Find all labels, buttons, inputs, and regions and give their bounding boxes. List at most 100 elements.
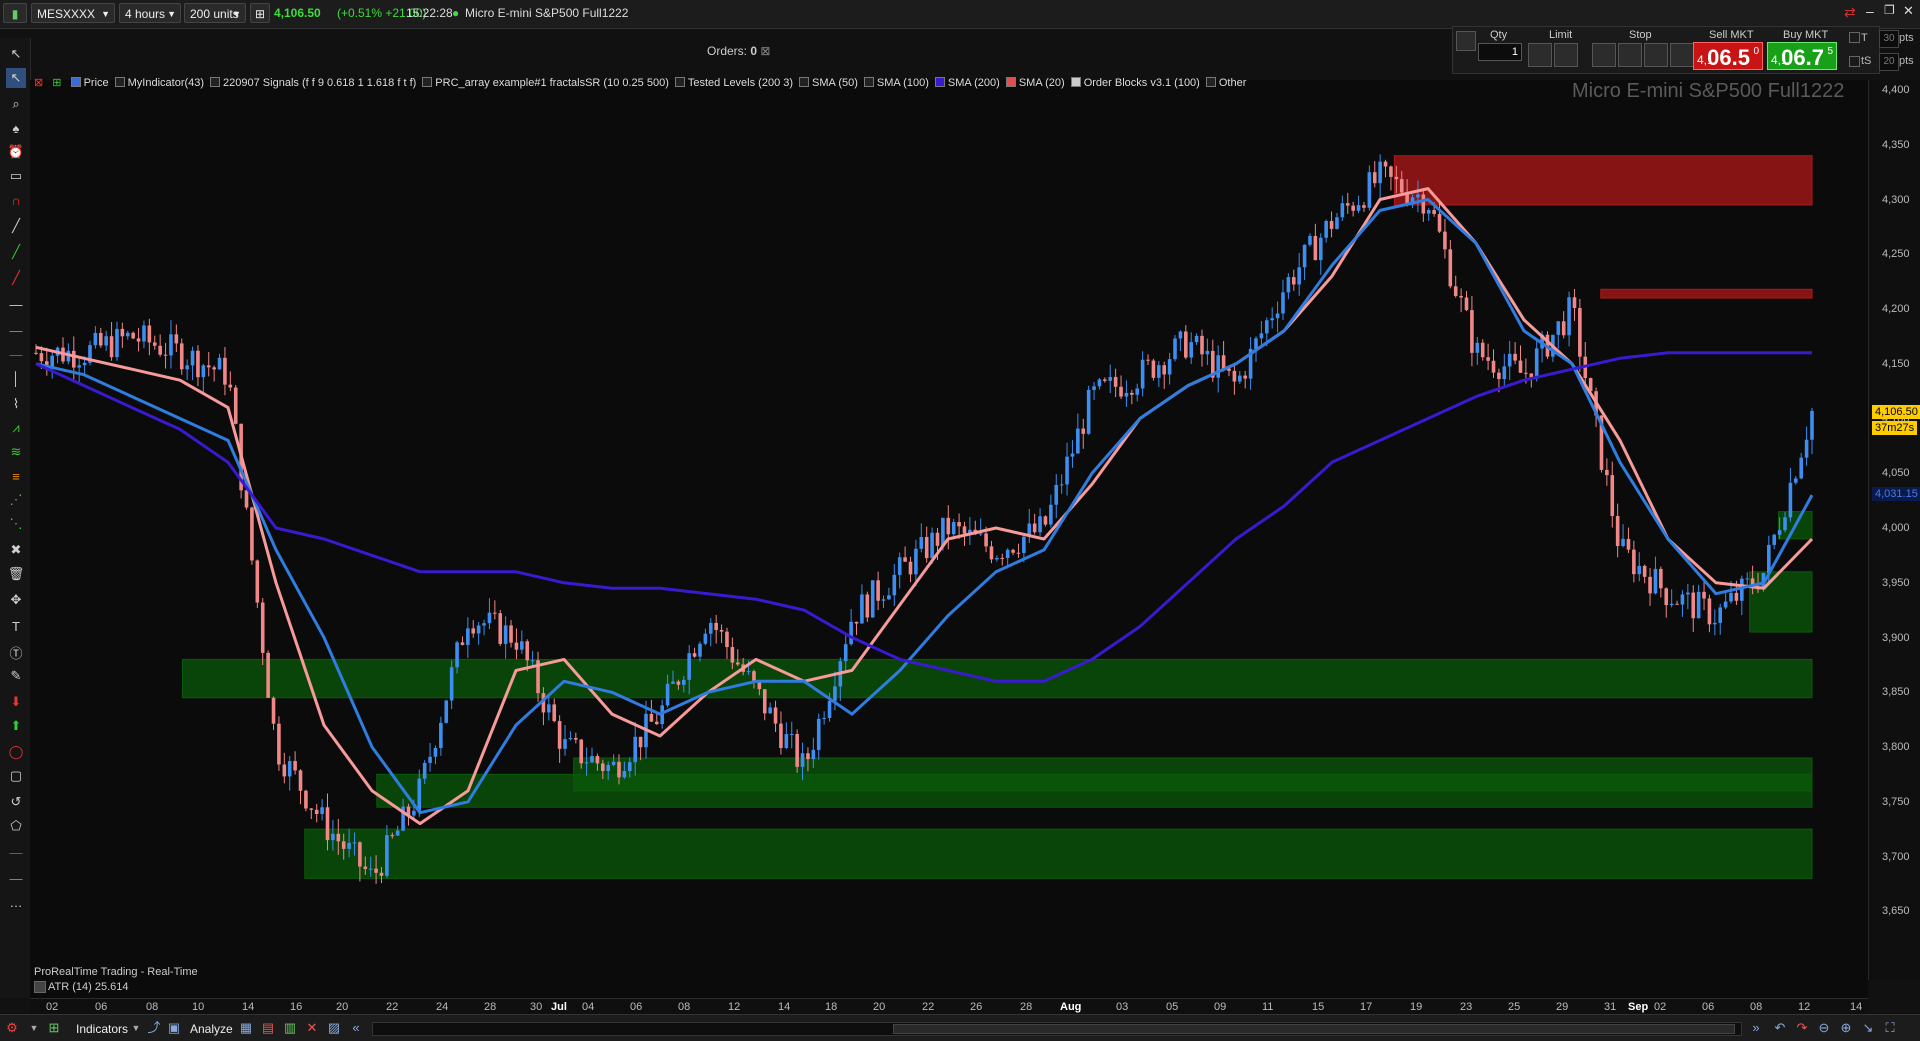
down-arrow-icon[interactable]: ⬇ (6, 692, 26, 712)
legend-item[interactable]: Tested Levels (200 3) (674, 77, 793, 89)
limit-sell-button[interactable] (1554, 43, 1578, 67)
trailing-t-checkbox[interactable] (1849, 32, 1860, 43)
red-horizontal-icon[interactable]: — (6, 344, 26, 364)
red-line-icon[interactable]: ╱ (6, 268, 26, 288)
indicators-icon[interactable]: ⊞ (46, 1020, 62, 1036)
fit-icon[interactable]: ⛶ (1882, 1020, 1898, 1036)
candle (1049, 504, 1053, 525)
zoom-in-icon[interactable]: ⊕ (1838, 1020, 1854, 1036)
polygon-icon[interactable]: ⬠ (6, 816, 26, 836)
cancel-orders-button[interactable] (1670, 43, 1694, 67)
green-horizontal-icon[interactable]: — (6, 320, 26, 340)
orders-toggle-icon[interactable]: ⊠ (760, 44, 770, 58)
tools-icon[interactable]: ✖ (6, 540, 26, 560)
time-axis[interactable] (30, 998, 1868, 1015)
legend-item[interactable]: Other (1205, 77, 1246, 89)
horizontal-scrollbar[interactable] (372, 1022, 1742, 1036)
alarm-icon[interactable]: ⏰ (6, 142, 26, 162)
t-points-field[interactable]: 30 (1879, 30, 1899, 48)
ruler-icon[interactable]: ▭ (6, 166, 26, 186)
share-icon[interactable]: ⤴ (146, 1020, 162, 1036)
pro-logo-icon[interactable]: ⚙ (4, 1020, 20, 1036)
text-icon[interactable]: T (6, 616, 26, 636)
gann-icon[interactable]: ⋱ (6, 514, 26, 534)
chart-type-icon[interactable]: ▮ (3, 3, 27, 23)
trash-icon[interactable]: 🗑 (6, 564, 26, 584)
channel-icon[interactable]: ≋ (6, 442, 26, 462)
add-indicator-icon[interactable]: ⊞ (52, 76, 61, 89)
order-settings-icon[interactable] (1456, 31, 1476, 51)
magnet-icon[interactable]: ∩ (6, 190, 26, 210)
chart-icon[interactable]: ▤ (260, 1020, 276, 1036)
window-icon[interactable]: ▦ (238, 1020, 254, 1036)
limit-buy-button[interactable] (1528, 43, 1552, 67)
grid-icon[interactable]: ⊞ (250, 3, 270, 23)
line-tool-icon[interactable]: ╱ (6, 216, 26, 236)
candle (789, 734, 794, 736)
green-line-icon[interactable]: ╱ (6, 242, 26, 262)
delete-icon[interactable]: ✕ (304, 1020, 320, 1036)
legend-item[interactable]: SMA (200) (934, 77, 1000, 89)
stop-close-button[interactable] (1644, 43, 1668, 67)
fibonacci-icon[interactable]: ≡ (6, 466, 26, 486)
units-selector[interactable]: 200 units ▼ (184, 3, 246, 23)
up-arrow-icon[interactable]: ⬆ (6, 716, 26, 736)
legend-item[interactable]: MyIndicator(43) (114, 77, 204, 89)
cursor-icon[interactable]: ↖ (6, 44, 26, 64)
analyze-button[interactable]: Analyze (190, 1022, 233, 1036)
path-icon[interactable]: ⌇ (6, 394, 26, 414)
stop-buy-button[interactable] (1592, 43, 1616, 67)
timeframe-selector[interactable]: 4 hours ▼ (119, 3, 181, 23)
redo-icon[interactable]: ↷ (1794, 1020, 1810, 1036)
legend-item[interactable]: PRC_array example#1 fractalsSR (10 0.25 … (422, 77, 669, 89)
legend-item[interactable]: 220907 Signals (f f 9 0.618 1 1.618 f t … (210, 77, 416, 89)
indicators-button[interactable]: Indicators (76, 1022, 128, 1036)
stop-sell-button[interactable] (1618, 43, 1642, 67)
alert-bell-icon[interactable]: ♠ (6, 118, 26, 138)
sell-market-button[interactable]: 4,1 06.5 0 (1693, 42, 1763, 70)
rectangle-icon[interactable]: ▢ (6, 766, 26, 786)
remove-indicator-icon[interactable]: ⊠ (34, 76, 43, 89)
ts-points-field[interactable]: 20 (1879, 53, 1899, 71)
sheet-icon[interactable]: ▥ (282, 1020, 298, 1036)
text-label-icon[interactable]: Ⓣ (6, 642, 26, 662)
atr-checkbox[interactable] (34, 981, 46, 993)
ellipse-icon[interactable]: ◯ (6, 742, 26, 762)
scroll-right-icon[interactable]: » (1748, 1020, 1764, 1036)
buy-market-button[interactable]: 4,1 06.7 5 (1767, 42, 1837, 70)
legend-item[interactable]: SMA (20) (1005, 77, 1065, 89)
zigzag-icon[interactable]: ⩘ (6, 418, 26, 438)
sync-icon[interactable]: ⇄ (1844, 4, 1856, 21)
chevron-down-icon[interactable]: ▼ (128, 1020, 144, 1036)
qty-field[interactable]: 1 (1478, 43, 1522, 61)
more-tools-icon[interactable]: … (6, 892, 26, 912)
analyze-icon[interactable]: ▣ (166, 1020, 182, 1036)
scroll-left-icon[interactable]: « (348, 1020, 364, 1036)
scrollbar-thumb[interactable] (893, 1024, 1735, 1034)
horizontal-line-icon[interactable]: — (6, 294, 26, 314)
close-icon[interactable]: ✕ (1903, 3, 1914, 19)
pencil-icon[interactable]: ✎ (6, 666, 26, 686)
price-chart[interactable] (30, 80, 1868, 998)
crosshair-cursor-icon[interactable]: ↖ (6, 68, 26, 88)
zoom-out-icon[interactable]: ⊖ (1816, 1020, 1832, 1036)
symbol-selector[interactable]: MESXXXX ▼ (31, 3, 115, 23)
legend-item[interactable]: SMA (100) (863, 77, 929, 89)
move-down-icon[interactable]: ↘ (1860, 1020, 1876, 1036)
curve-icon[interactable]: ↺ (6, 792, 26, 812)
move-icon[interactable]: ✥ (6, 590, 26, 610)
minimize-icon[interactable]: – (1866, 3, 1874, 19)
red-dash-icon[interactable]: — (6, 842, 26, 862)
legend-item[interactable]: SMA (50) (799, 77, 858, 89)
trailing-ts-checkbox[interactable] (1849, 56, 1860, 67)
legend-item[interactable]: Price (70, 77, 109, 89)
vertical-line-icon[interactable]: │ (6, 368, 26, 388)
green-dash-icon[interactable]: — (6, 868, 26, 888)
legend-item[interactable]: Order Blocks v3.1 (100) (1070, 77, 1200, 89)
zoom-icon[interactable]: ⌕ (6, 94, 26, 114)
restore-icon[interactable]: ❐ (1884, 3, 1895, 17)
undo-icon[interactable]: ↶ (1772, 1020, 1788, 1036)
fan-icon[interactable]: ⋰ (6, 490, 26, 510)
chevron-down-icon[interactable]: ▼ (26, 1020, 42, 1036)
print-icon[interactable]: ▨ (326, 1020, 342, 1036)
